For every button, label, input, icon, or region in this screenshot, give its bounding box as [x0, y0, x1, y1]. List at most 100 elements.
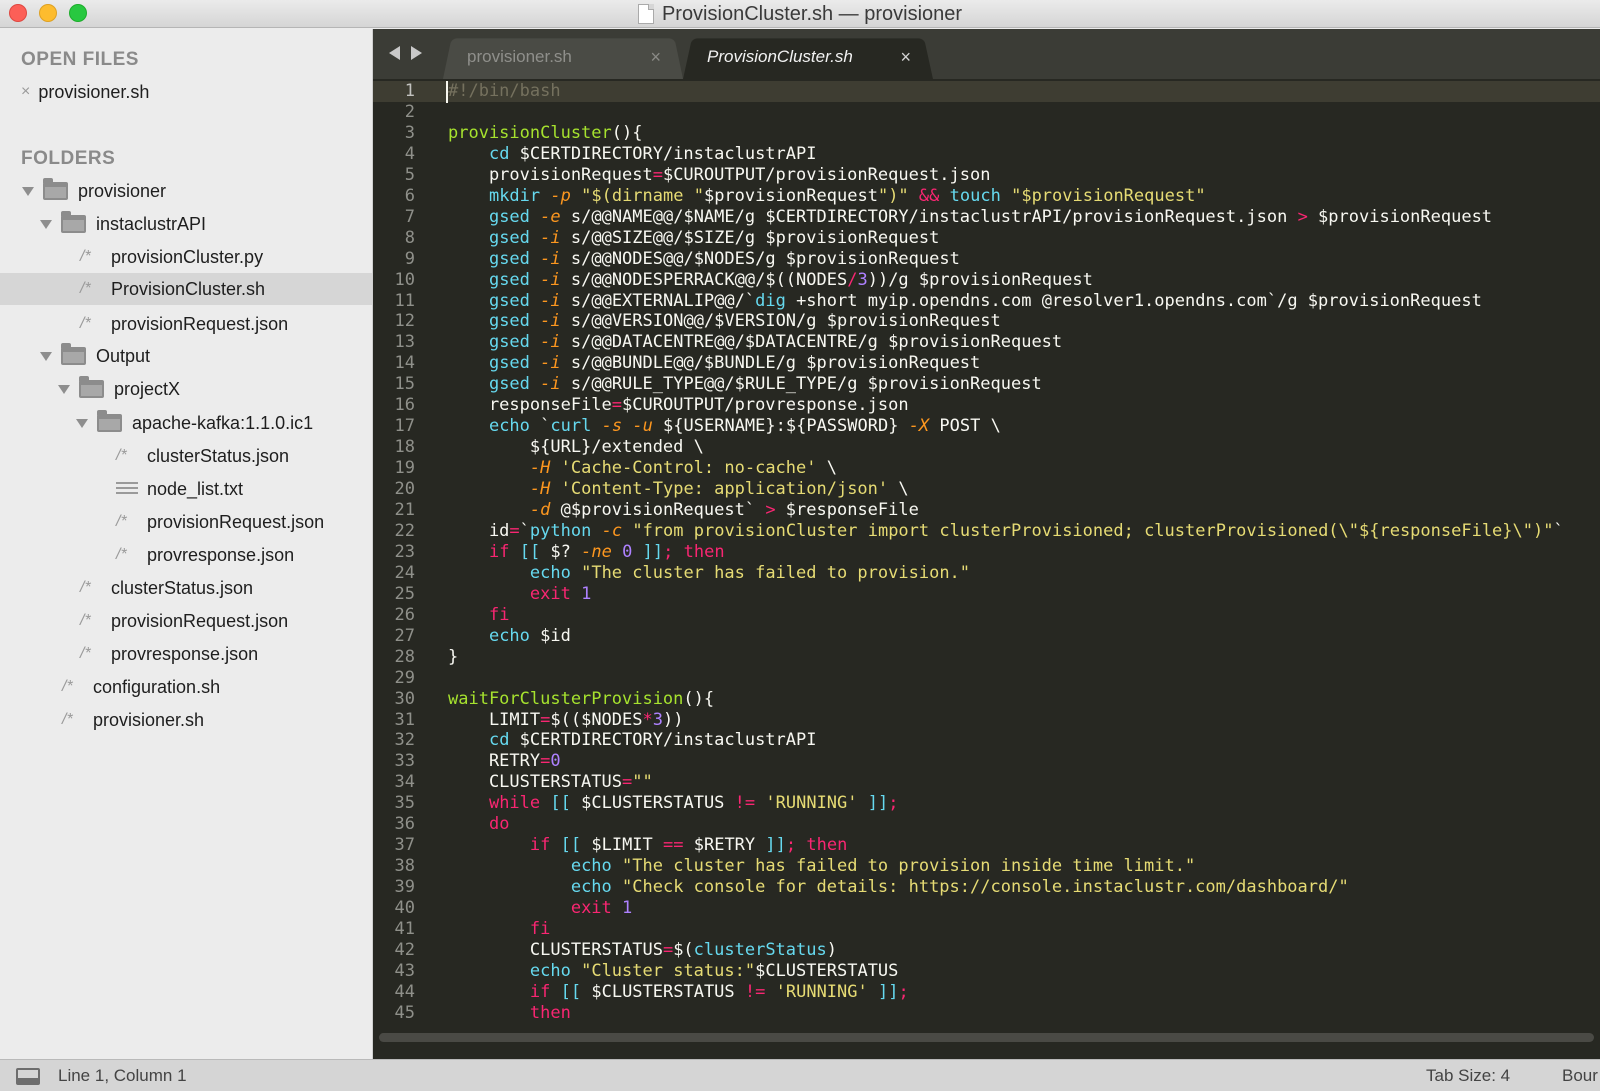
- code-line[interactable]: fi: [448, 605, 509, 625]
- code-line[interactable]: CLUSTERSTATUS=$(clusterStatus): [448, 940, 837, 960]
- code-line[interactable]: then: [448, 1003, 571, 1023]
- disclosure-arrow-icon[interactable]: [40, 219, 52, 229]
- tree-item-label: provisioner: [78, 180, 167, 201]
- line-number: 12: [394, 311, 415, 332]
- tree-file[interactable]: /* clusterStatus.json: [0, 440, 372, 472]
- tree-folder[interactable]: projectX: [0, 373, 372, 405]
- tree-item-label: clusterStatus.json: [147, 445, 290, 466]
- disclosure-arrow-icon[interactable]: [22, 186, 34, 196]
- code-line[interactable]: echo "The cluster has failed to provisio…: [448, 856, 1195, 876]
- code-line[interactable]: gsed -i s/@@SIZE@@/$SIZE/g $provisionReq…: [448, 228, 939, 248]
- code-line[interactable]: echo $id: [448, 626, 571, 646]
- close-file-icon[interactable]: ×: [21, 83, 30, 101]
- tree-file[interactable]: /* provisionRequest.json: [0, 605, 372, 637]
- syntax-mode[interactable]: Bour: [1562, 1066, 1598, 1086]
- code-line[interactable]: ${URL}/extended \: [448, 437, 704, 457]
- code-file-icon: /*: [80, 612, 91, 629]
- tree-file[interactable]: /* provisionRequest.json: [0, 308, 372, 340]
- line-number: 37: [394, 835, 415, 856]
- code-line[interactable]: provisionCluster(){: [448, 123, 642, 143]
- editor[interactable]: provisioner.sh × ProvisionCluster.sh × 1…: [373, 29, 1600, 1059]
- horizontal-scrollbar[interactable]: [379, 1033, 1594, 1042]
- tree-folder[interactable]: provisioner: [0, 175, 372, 207]
- folder-icon: [61, 343, 86, 365]
- code-line[interactable]: }: [448, 647, 458, 667]
- tab-size[interactable]: Tab Size: 4: [1426, 1066, 1510, 1086]
- line-number: 5: [404, 164, 415, 185]
- tab-close-icon[interactable]: ×: [650, 47, 661, 68]
- code-line[interactable]: -H 'Content-Type: application/json' \: [448, 479, 909, 499]
- tree-file[interactable]: /* configuration.sh: [0, 671, 372, 703]
- tab-provisioncluster-sh[interactable]: ProvisionCluster.sh ×: [683, 35, 933, 79]
- code-line[interactable]: #!/bin/bash: [448, 81, 561, 101]
- code-line[interactable]: responseFile=$CUROUTPUT/provresponse.jso…: [448, 395, 909, 415]
- code-line[interactable]: CLUSTERSTATUS="": [448, 772, 653, 792]
- tree-item-label: provisionCluster.py: [111, 246, 264, 267]
- code-line[interactable]: exit 1: [448, 898, 632, 918]
- code-line[interactable]: id=`python -c "from provisionCluster imp…: [448, 521, 1564, 541]
- code-line[interactable]: gsed -i s/@@BUNDLE@@/$BUNDLE/g $provisio…: [448, 353, 980, 373]
- code-line[interactable]: -d @$provisionRequest` > $responseFile: [448, 500, 919, 520]
- disclosure-arrow-icon[interactable]: [40, 351, 52, 361]
- tree-folder[interactable]: Output: [0, 340, 372, 372]
- code-line[interactable]: echo `curl -s -u ${USERNAME}:${PASSWORD}…: [448, 416, 1001, 436]
- code-line[interactable]: gsed -i s/@@EXTERNALIP@@/`dig +short myi…: [448, 291, 1482, 311]
- disclosure-arrow-icon[interactable]: [76, 418, 88, 428]
- code-line[interactable]: gsed -i s/@@DATACENTRE@@/$DATACENTRE/g $…: [448, 332, 1062, 352]
- code-line[interactable]: gsed -i s/@@VERSION@@/$VERSION/g $provis…: [448, 311, 1001, 331]
- code-line[interactable]: echo "The cluster has failed to provisio…: [448, 563, 970, 583]
- tree-file[interactable]: /* provisioner.sh: [0, 704, 372, 736]
- tree-item-label: provisionRequest.json: [111, 313, 289, 334]
- line-number: 22: [394, 520, 415, 541]
- code-line[interactable]: gsed -i s/@@RULE_TYPE@@/$RULE_TYPE/g $pr…: [448, 374, 1042, 394]
- code-line[interactable]: echo "Check console for details: https:/…: [448, 877, 1349, 897]
- line-number: 24: [394, 562, 415, 583]
- code-area[interactable]: 1 #!/bin/bash 2 3 provisionCluster(){4 cd $C…: [373, 79, 1600, 1044]
- code-line[interactable]: -H 'Cache-Control: no-cache' \: [448, 458, 837, 478]
- line-number: 19: [394, 458, 415, 479]
- tree-file[interactable]: node_list.txt: [0, 473, 372, 505]
- code-line[interactable]: gsed -i s/@@NODES@@/$NODES/g $provisionR…: [448, 249, 960, 269]
- tree-file[interactable]: /* provresponse.json: [0, 539, 372, 571]
- tree-file[interactable]: /* provisionRequest.json: [0, 506, 372, 538]
- tree-item-label: provresponse.json: [111, 643, 259, 664]
- code-line[interactable]: cd $CERTDIRECTORY/instaclustrAPI: [448, 730, 817, 750]
- code-line[interactable]: do: [448, 814, 509, 834]
- code-line[interactable]: mkdir -p "$(dirname "$provisionRequest")…: [448, 186, 1206, 206]
- tree-file[interactable]: /* provresponse.json: [0, 638, 372, 670]
- code-file-icon: /*: [80, 645, 91, 662]
- disclosure-arrow-icon[interactable]: [58, 384, 70, 394]
- code-line[interactable]: echo "Cluster status:"$CLUSTERSTATUS: [448, 961, 899, 981]
- tab-provisioner-sh[interactable]: provisioner.sh ×: [443, 35, 683, 79]
- open-file-item[interactable]: × provisioner.sh: [0, 76, 372, 108]
- code-line[interactable]: waitForClusterProvision(){: [448, 689, 714, 709]
- tree-item-label: provresponse.json: [147, 544, 295, 565]
- code-line[interactable]: LIMIT=$(($NODES*3)): [448, 710, 684, 730]
- code-line[interactable]: cd $CERTDIRECTORY/instaclustrAPI: [448, 144, 817, 164]
- text-caret: [446, 81, 448, 103]
- tab-close-icon[interactable]: ×: [900, 47, 911, 68]
- line-number: 36: [394, 814, 415, 835]
- code-line[interactable]: gsed -e s/@@NAME@@/$NAME/g $CERTDIRECTOR…: [448, 207, 1492, 227]
- code-line[interactable]: if [[ $? -ne 0 ]]; then: [448, 542, 725, 562]
- tree-folder[interactable]: apache-kafka:1.1.0.ic1: [0, 407, 372, 439]
- line-number: 33: [394, 751, 415, 772]
- nav-back-icon[interactable]: [389, 46, 400, 60]
- tree-file[interactable]: /* clusterStatus.json: [0, 572, 372, 604]
- code-line[interactable]: if [[ $CLUSTERSTATUS != 'RUNNING' ]];: [448, 982, 909, 1002]
- code-line[interactable]: exit 1: [448, 584, 591, 604]
- nav-forward-icon[interactable]: [411, 46, 422, 60]
- line-number: 31: [394, 709, 415, 730]
- code-line[interactable]: if [[ $LIMIT == $RETRY ]]; then: [448, 835, 847, 855]
- tree-item-label: ProvisionCluster.sh: [111, 278, 266, 299]
- tree-folder[interactable]: instaclustrAPI: [0, 208, 372, 240]
- tree-file[interactable]: /* ProvisionCluster.sh: [0, 273, 372, 305]
- code-line[interactable]: fi: [448, 919, 550, 939]
- code-line[interactable]: gsed -i s/@@NODESPERRACK@@/$((NODES/3))/…: [448, 270, 1093, 290]
- code-line[interactable]: RETRY=0: [448, 751, 561, 771]
- tree-file[interactable]: /* provisionCluster.py: [0, 241, 372, 273]
- code-line[interactable]: provisionRequest=$CUROUTPUT/provisionReq…: [448, 165, 991, 185]
- code-file-icon: /*: [80, 579, 91, 596]
- code-line[interactable]: while [[ $CLUSTERSTATUS != 'RUNNING' ]];: [448, 793, 899, 813]
- panel-toggle-icon[interactable]: [16, 1068, 40, 1085]
